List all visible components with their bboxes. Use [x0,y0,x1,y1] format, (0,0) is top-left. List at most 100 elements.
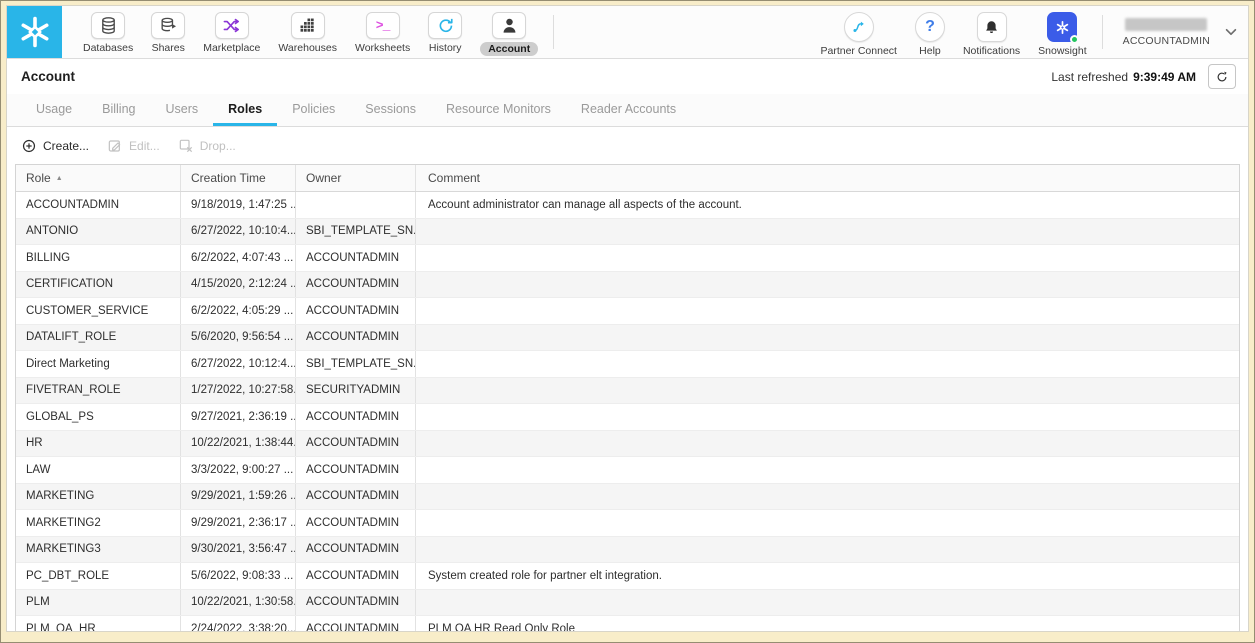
user-info: ACCOUNTADMIN [1123,18,1210,47]
cell-role: DATALIFT_ROLE [16,325,181,351]
worksheets-terminal-icon: >_ [366,12,400,39]
table-row[interactable]: GLOBAL_PS 9/27/2021, 2:36:19 ... ACCOUNT… [16,404,1239,431]
create-plus-icon [21,138,37,154]
table-row[interactable]: CERTIFICATION 4/15/2020, 2:12:24 ... ACC… [16,272,1239,299]
cell-comment [416,484,1239,510]
table-row[interactable]: PC_DBT_ROLE 5/6/2022, 9:08:33 ... ACCOUN… [16,563,1239,590]
table-row[interactable]: CUSTOMER_SERVICE 6/2/2022, 4:05:29 ... A… [16,298,1239,325]
snowflake-icon [17,14,53,50]
nav-label-shares: Shares [152,42,185,54]
nav-item-help[interactable]: ? Help [906,12,954,58]
cell-role: GLOBAL_PS [16,404,181,430]
notifications-bell-icon [977,12,1007,42]
cell-comment [416,537,1239,563]
snowflake-logo[interactable] [7,6,62,58]
partner-connect-icon [844,12,874,42]
nav-label-notifications: Notifications [963,45,1020,57]
table-row[interactable]: BILLING 6/2/2022, 4:07:43 ... ACCOUNTADM… [16,245,1239,272]
tab-billing[interactable]: Billing [87,94,150,126]
page-title: Account [21,69,75,84]
cell-role: PC_DBT_ROLE [16,563,181,589]
user-menu[interactable]: ACCOUNTADMIN [1109,6,1248,58]
cell-role: Direct Marketing [16,351,181,377]
cell-role: FIVETRAN_ROLE [16,378,181,404]
cell-role: LAW [16,457,181,483]
refresh-area: Last refreshed 9:39:49 AM [1051,64,1236,89]
cell-comment [416,298,1239,324]
nav-item-worksheets[interactable]: >_ Worksheets [346,12,419,58]
tab-roles[interactable]: Roles [213,94,277,126]
nav-spacer [560,6,811,58]
nav-item-history[interactable]: History [419,12,471,58]
cell-creation-time: 6/27/2022, 10:12:4... [181,351,296,377]
cell-creation-time: 9/18/2019, 1:47:25 ... [181,192,296,218]
secondary-nav: Partner Connect ? Help Notifications [812,6,1096,58]
table-row[interactable]: LAW 3/3/2022, 9:00:27 ... ACCOUNTADMIN [16,457,1239,484]
cell-comment [416,351,1239,377]
nav-label-partner-connect: Partner Connect [821,45,897,57]
cell-creation-time: 2/24/2022, 3:38:20... [181,616,296,631]
last-refreshed-time: 9:39:49 AM [1133,70,1196,84]
cell-owner: ACCOUNTADMIN [296,457,416,483]
cell-creation-time: 10/22/2021, 1:30:58... [181,590,296,616]
table-row[interactable]: FIVETRAN_ROLE 1/27/2022, 10:27:58... SEC… [16,378,1239,405]
column-header-creation-time[interactable]: Creation Time [181,165,296,191]
user-name-redacted [1125,18,1207,31]
refresh-button[interactable] [1208,64,1236,89]
chevron-down-icon[interactable] [1224,25,1238,39]
nav-item-snowsight[interactable]: Snowsight [1029,12,1095,58]
column-header-role[interactable]: Role ▲ [16,165,181,191]
snowsight-status-dot [1070,35,1079,44]
cell-creation-time: 6/2/2022, 4:05:29 ... [181,298,296,324]
cell-comment [416,272,1239,298]
nav-label-snowsight: Snowsight [1038,45,1086,57]
cell-comment [416,219,1239,245]
cell-comment [416,245,1239,271]
create-button[interactable]: Create... [21,138,89,154]
nav-label-databases: Databases [83,42,133,54]
warehouses-grid-icon [291,12,325,39]
table-row[interactable]: PLM 10/22/2021, 1:30:58... ACCOUNTADMIN [16,590,1239,617]
cell-owner: SBI_TEMPLATE_SN... [296,351,416,377]
nav-item-partner-connect[interactable]: Partner Connect [812,12,906,58]
edit-button[interactable]: Edit... [107,138,160,154]
tab-usage[interactable]: Usage [21,94,87,126]
nav-item-shares[interactable]: Shares [142,12,194,58]
cell-owner: ACCOUNTADMIN [296,484,416,510]
cell-owner: ACCOUNTADMIN [296,590,416,616]
edit-pencil-icon [107,138,123,154]
cell-role: PLM_QA_HR [16,616,181,631]
table-row[interactable]: PLM_QA_HR 2/24/2022, 3:38:20... ACCOUNTA… [16,616,1239,631]
nav-item-warehouses[interactable]: Warehouses [269,12,346,58]
nav-item-marketplace[interactable]: Marketplace [194,12,269,58]
cell-role: ANTONIO [16,219,181,245]
tab-sessions[interactable]: Sessions [350,94,431,126]
table-row[interactable]: Direct Marketing 6/27/2022, 10:12:4... S… [16,351,1239,378]
title-bar: Account Last refreshed 9:39:49 AM [7,59,1248,94]
column-header-comment[interactable]: Comment [416,165,1239,191]
cell-owner: ACCOUNTADMIN [296,404,416,430]
table-row[interactable]: ANTONIO 6/27/2022, 10:10:4... SBI_TEMPLA… [16,219,1239,246]
databases-icon [91,12,125,39]
table-row[interactable]: HR 10/22/2021, 1:38:44... ACCOUNTADMIN [16,431,1239,458]
nav-item-notifications[interactable]: Notifications [954,12,1029,58]
cell-role: CERTIFICATION [16,272,181,298]
cell-comment: System created role for partner elt inte… [416,563,1239,589]
nav-item-databases[interactable]: Databases [74,12,142,58]
nav-label-warehouses: Warehouses [278,42,337,54]
table-row[interactable]: MARKETING2 9/29/2021, 2:36:17 ... ACCOUN… [16,510,1239,537]
tab-policies[interactable]: Policies [277,94,350,126]
tab-resource-monitors[interactable]: Resource Monitors [431,94,566,126]
table-row[interactable]: MARKETING 9/29/2021, 1:59:26 ... ACCOUNT… [16,484,1239,511]
cell-creation-time: 9/27/2021, 2:36:19 ... [181,404,296,430]
column-header-owner[interactable]: Owner [296,165,416,191]
drop-button[interactable]: Drop... [178,138,236,154]
account-tabs: Usage Billing Users Roles Policies Sessi… [7,94,1248,127]
table-row[interactable]: ACCOUNTADMIN 9/18/2019, 1:47:25 ... Acco… [16,192,1239,219]
cell-creation-time: 5/6/2020, 9:56:54 ... [181,325,296,351]
table-row[interactable]: DATALIFT_ROLE 5/6/2020, 9:56:54 ... ACCO… [16,325,1239,352]
tab-users[interactable]: Users [151,94,214,126]
table-row[interactable]: MARKETING3 9/30/2021, 3:56:47 ... ACCOUN… [16,537,1239,564]
tab-reader-accounts[interactable]: Reader Accounts [566,94,691,126]
nav-item-account[interactable]: Account [471,12,547,58]
